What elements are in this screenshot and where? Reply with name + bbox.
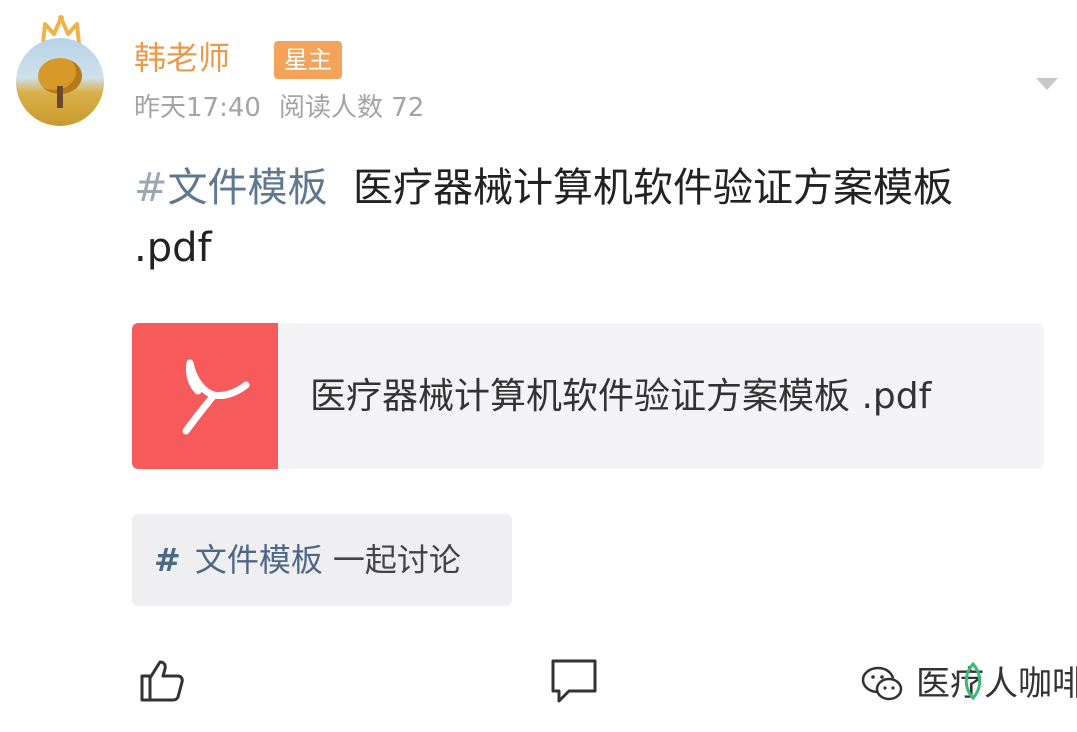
- post-content: #文件模板 医疗器械计算机软件验证方案模板 .pdf: [134, 158, 1014, 278]
- hash-symbol: #: [134, 165, 168, 211]
- pdf-icon: [132, 323, 278, 469]
- topic-tag: 文件模板: [194, 541, 323, 579]
- post-meta: 昨天17:40 阅读人数 72: [134, 90, 424, 126]
- topic-suffix: 一起讨论: [332, 541, 461, 579]
- author-avatar[interactable]: [16, 14, 106, 126]
- hashtag-label: 文件模板: [167, 165, 328, 211]
- comment-icon[interactable]: [549, 655, 599, 705]
- thumbs-up-icon[interactable]: [138, 656, 186, 704]
- read-count: 阅读人数 72: [278, 93, 425, 123]
- topic-chip[interactable]: # 文件模板 一起讨论: [132, 514, 512, 606]
- attachment-file-name: 医疗器械计算机软件验证方案模板 .pdf: [310, 376, 932, 417]
- post-time: 昨天17:40: [134, 93, 261, 123]
- attachment-card[interactable]: 医疗器械计算机软件验证方案模板 .pdf: [132, 323, 1044, 469]
- post-hashtag[interactable]: #文件模板: [134, 165, 328, 211]
- owner-badge: 星主: [274, 41, 342, 79]
- leaf-icon: [964, 661, 982, 700]
- wechat-brand: 医疗人咖啡: [916, 664, 1077, 704]
- avatar-image: [16, 38, 104, 126]
- author-name[interactable]: 韩老师: [134, 36, 230, 80]
- more-menu-icon[interactable]: [1036, 78, 1058, 90]
- topic-hash-icon: #: [154, 541, 181, 579]
- wechat-icon: [861, 666, 903, 701]
